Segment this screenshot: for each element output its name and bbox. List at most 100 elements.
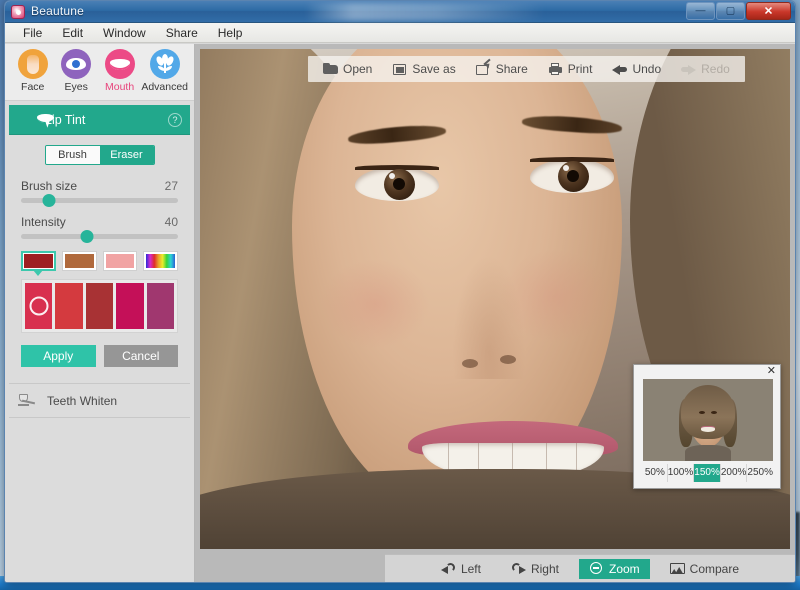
open-label: Open: [343, 62, 372, 76]
share-label: Share: [496, 62, 528, 76]
save-as-button[interactable]: Save as: [383, 60, 464, 78]
beautune-logo-icon: [11, 5, 25, 19]
menu-edit[interactable]: Edit: [52, 24, 93, 42]
zoom-level-list: 50% 100% 150% 200% 250%: [643, 464, 773, 482]
feature-mouth[interactable]: Mouth: [98, 49, 141, 100]
application-window: Beautune — ▢ ✕ File Edit Window Share He…: [4, 0, 796, 583]
feature-face-label: Face: [21, 81, 44, 93]
close-icon[interactable]: ✕: [767, 366, 776, 377]
compare-label: Compare: [690, 562, 739, 576]
undo-button[interactable]: Undo: [603, 60, 670, 78]
feature-face[interactable]: Face: [11, 49, 54, 100]
eraser-mode-button[interactable]: Eraser: [100, 146, 154, 164]
minimize-button[interactable]: —: [686, 2, 715, 20]
feature-mouth-label: Mouth: [105, 81, 134, 93]
face-icon: [18, 49, 48, 79]
brush-size-slider-block: Brush size 27: [21, 179, 178, 203]
bottom-toolbar: Left Right Zoom Compare: [385, 554, 795, 582]
cancel-button[interactable]: Cancel: [104, 345, 179, 367]
zoom-level-50[interactable]: 50%: [643, 464, 667, 482]
compare-button[interactable]: Compare: [660, 559, 749, 579]
app-title: Beautune: [31, 4, 84, 18]
sidebar: Face Eyes Mouth Advanc: [5, 44, 195, 582]
shade-red[interactable]: [55, 283, 82, 329]
undo-arrow-icon: [612, 62, 627, 76]
intensity-label: Intensity: [21, 215, 66, 229]
zoom-level-250[interactable]: 250%: [746, 464, 773, 482]
sub-tool-list: Teeth Whiten: [9, 383, 190, 418]
teeth-icon: [17, 393, 37, 409]
apply-button[interactable]: Apply: [21, 345, 96, 367]
close-button[interactable]: ✕: [746, 2, 791, 20]
main-area: Face Eyes Mouth Advanc: [5, 44, 795, 582]
help-icon[interactable]: ?: [168, 113, 182, 127]
shade-brick[interactable]: [86, 283, 113, 329]
portrait-thumbnail: [643, 379, 773, 461]
window-controls: — ▢ ✕: [686, 2, 791, 20]
menu-window[interactable]: Window: [93, 24, 156, 42]
title-bar: Beautune — ▢ ✕: [5, 1, 795, 23]
intensity-value: 40: [165, 215, 178, 229]
brush-size-label: Brush size: [21, 179, 77, 193]
panel-actions: Apply Cancel: [21, 345, 178, 367]
menu-help[interactable]: Help: [208, 24, 253, 42]
printer-icon: [548, 62, 563, 76]
right-label: Right: [531, 562, 559, 576]
shade-crimson[interactable]: [25, 283, 52, 329]
rotate-right-icon: [511, 562, 526, 575]
magnifier-icon: [589, 562, 604, 575]
teeth-whiten-label: Teeth Whiten: [47, 394, 117, 408]
share-icon: [476, 62, 491, 76]
pink-swatch[interactable]: [103, 251, 138, 271]
shade-magenta[interactable]: [116, 283, 143, 329]
canvas-area: Open Save as Share Print: [195, 44, 795, 582]
redo-arrow-icon: [681, 62, 696, 76]
menu-share[interactable]: Share: [156, 24, 208, 42]
zoom-button[interactable]: Zoom: [579, 559, 650, 579]
rotate-left-button[interactable]: Left: [431, 559, 491, 579]
sidebar-item-teeth-whiten[interactable]: Teeth Whiten: [9, 384, 190, 418]
brown-swatch[interactable]: [62, 251, 97, 271]
photo-toolbar: Open Save as Share Print: [308, 56, 745, 82]
minimize-icon: —: [696, 6, 706, 17]
lip-tint-icon: [37, 112, 55, 128]
lip-tint-panel-body: Brush Eraser Brush size 27 Intensity: [9, 135, 190, 375]
intensity-header: Intensity 40: [21, 215, 178, 229]
dark-red-swatch[interactable]: [21, 251, 56, 271]
brush-size-thumb[interactable]: [43, 194, 56, 207]
eye-icon: [61, 49, 91, 79]
save-as-label: Save as: [412, 62, 455, 76]
lips-icon: [105, 49, 135, 79]
redo-button: Redo: [672, 60, 739, 78]
intensity-track[interactable]: [21, 234, 178, 239]
folder-open-icon: [323, 62, 338, 76]
maximize-button[interactable]: ▢: [716, 2, 745, 20]
zoom-level-100[interactable]: 100%: [667, 464, 694, 482]
print-button[interactable]: Print: [539, 60, 602, 78]
compare-icon: [670, 562, 685, 575]
photo-frame[interactable]: Open Save as Share Print: [200, 49, 790, 549]
brush-size-value: 27: [165, 179, 178, 193]
zoom-level-200[interactable]: 200%: [720, 464, 747, 482]
left-label: Left: [461, 562, 481, 576]
feature-advanced-label: Advanced: [141, 81, 188, 93]
feature-category-row: Face Eyes Mouth Advanc: [5, 44, 194, 101]
brush-size-track[interactable]: [21, 198, 178, 203]
shade-row: [21, 279, 178, 333]
feature-advanced[interactable]: Advanced: [141, 49, 188, 100]
menu-bar: File Edit Window Share Help: [5, 23, 795, 43]
share-button[interactable]: Share: [467, 60, 537, 78]
close-icon: ✕: [764, 5, 773, 18]
brush-size-header: Brush size 27: [21, 179, 178, 193]
open-button[interactable]: Open: [314, 60, 381, 78]
lip-tint-panel-header[interactable]: Lip Tint ?: [9, 105, 190, 135]
shade-plum[interactable]: [147, 283, 174, 329]
zoom-label: Zoom: [609, 562, 640, 576]
rainbow-swatch[interactable]: [143, 251, 178, 271]
intensity-thumb[interactable]: [80, 230, 93, 243]
menu-file[interactable]: File: [13, 24, 52, 42]
feature-eyes[interactable]: Eyes: [54, 49, 97, 100]
rotate-right-button[interactable]: Right: [501, 559, 569, 579]
zoom-level-150[interactable]: 150%: [693, 464, 720, 482]
brush-mode-button[interactable]: Brush: [46, 146, 100, 164]
